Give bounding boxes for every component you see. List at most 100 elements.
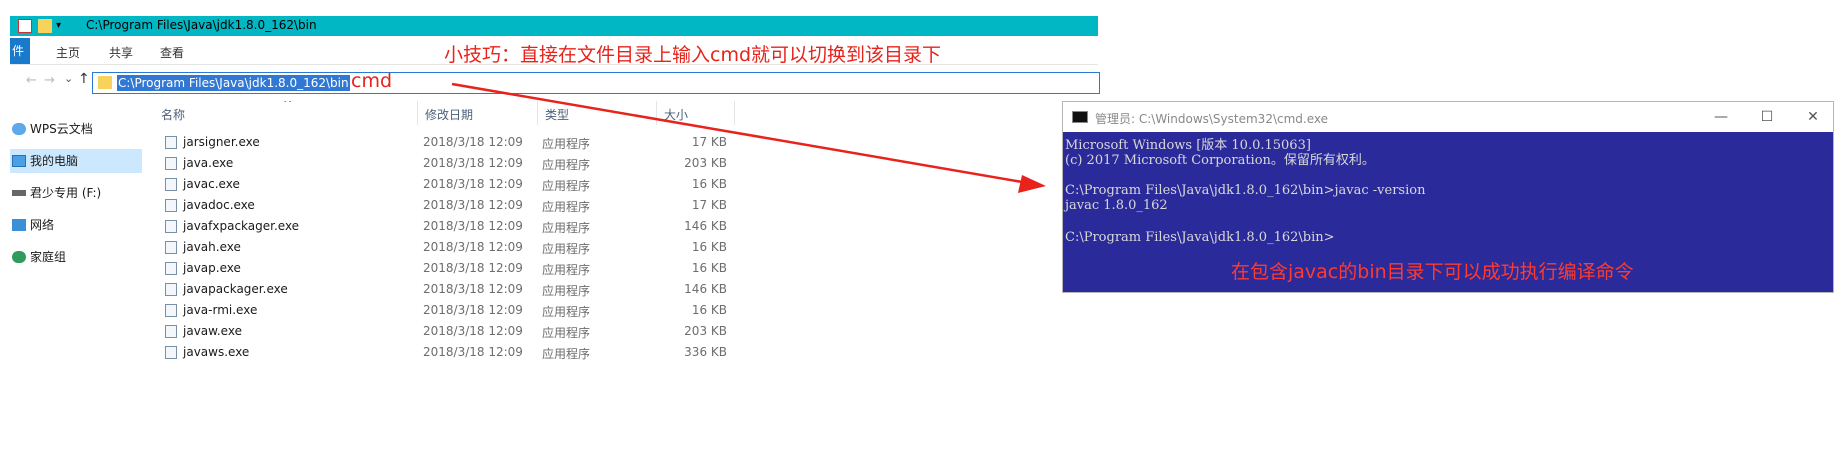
properties-icon[interactable] [18, 19, 32, 33]
address-typed-text: cmd [351, 70, 393, 92]
sidebar-item-this-pc[interactable]: 我的电脑 [10, 149, 142, 173]
minimize-button[interactable]: — [1709, 106, 1733, 128]
file-name: javafxpackager.exe [183, 219, 300, 233]
file-type: 应用程序 [542, 137, 591, 151]
file-modified-date: 2018/3/18 12:09 [423, 240, 523, 254]
tab-share[interactable]: 共享 [109, 44, 133, 61]
sidebar-item-homegroup[interactable]: 家庭组 [10, 245, 142, 269]
new-folder-icon[interactable] [38, 19, 52, 33]
file-type: 应用程序 [542, 221, 591, 235]
file-modified-date: 2018/3/18 12:09 [423, 198, 523, 212]
file-row[interactable]: javah.exe 2018/3/18 12:09 应用程序 16 KB [147, 237, 735, 258]
console-output[interactable]: Microsoft Windows [版本 10.0.15063] (c) 20… [1063, 132, 1833, 292]
file-modified-date: 2018/3/18 12:09 [423, 219, 523, 233]
file-row[interactable]: java-rmi.exe 2018/3/18 12:09 应用程序 16 KB [147, 300, 735, 321]
up-arrow-icon[interactable]: ↑ [78, 71, 90, 87]
executable-file-icon [165, 220, 177, 233]
file-type: 应用程序 [542, 200, 591, 214]
column-divider[interactable] [656, 101, 657, 125]
file-size: 17 KB [691, 135, 727, 149]
executable-file-icon [165, 304, 177, 317]
cmd-window: 管理员: C:\Windows\System32\cmd.exe — ☐ ✕ M… [1062, 101, 1834, 293]
file-row[interactable]: javaw.exe 2018/3/18 12:09 应用程序 203 KB [147, 321, 735, 342]
recent-locations-icon[interactable]: ⌄ [64, 72, 73, 85]
file-type: 应用程序 [542, 326, 591, 340]
column-header-modified[interactable]: 修改日期 [425, 106, 473, 123]
file-name: jarsigner.exe [183, 135, 260, 149]
file-name: javac.exe [183, 177, 240, 191]
executable-file-icon [165, 178, 177, 191]
file-row[interactable]: java.exe 2018/3/18 12:09 应用程序 203 KB [147, 153, 735, 174]
console-line: C:\Program Files\Java\jdk1.8.0_162\bin>j… [1065, 183, 1426, 198]
file-row[interactable]: javadoc.exe 2018/3/18 12:09 应用程序 17 KB [147, 195, 735, 216]
cmd-window-title: 管理员: C:\Windows\System32\cmd.exe [1095, 112, 1328, 126]
file-size: 203 KB [684, 156, 727, 170]
column-divider[interactable] [417, 101, 418, 125]
back-arrow-icon[interactable]: ← [26, 73, 37, 88]
cloud-icon [12, 123, 26, 135]
sidebar-item-drive-f[interactable]: 君少专用 (F:) [10, 181, 142, 205]
arrow-head [1018, 175, 1046, 193]
forward-arrow-icon[interactable]: → [44, 73, 55, 88]
file-name: javaw.exe [183, 324, 242, 338]
console-line: C:\Program Files\Java\jdk1.8.0_162\bin> [1065, 230, 1335, 245]
file-modified-date: 2018/3/18 12:09 [423, 345, 523, 359]
executable-file-icon [165, 136, 177, 149]
file-row[interactable]: javac.exe 2018/3/18 12:09 应用程序 16 KB [147, 174, 735, 195]
file-name: javadoc.exe [183, 198, 255, 212]
file-type: 应用程序 [542, 158, 591, 172]
executable-file-icon [165, 262, 177, 275]
maximize-button[interactable]: ☐ [1755, 106, 1779, 128]
file-row[interactable]: javafxpackager.exe 2018/3/18 12:09 应用程序 146… [147, 216, 735, 237]
executable-file-icon [165, 157, 177, 170]
chevron-down-icon[interactable]: ▾ [56, 19, 66, 33]
file-row[interactable]: javaws.exe 2018/3/18 12:09 应用程序 336 KB [147, 342, 735, 363]
console-icon [1072, 111, 1088, 123]
column-divider[interactable] [537, 101, 538, 125]
file-size: 203 KB [684, 324, 727, 338]
console-line: (c) 2017 Microsoft Corporation。保留所有权利。 [1065, 153, 1375, 168]
file-size: 16 KB [691, 261, 727, 275]
file-size: 16 KB [691, 177, 727, 191]
file-modified-date: 2018/3/18 12:09 [423, 261, 523, 275]
sidebar-item-network[interactable]: 网络 [10, 213, 142, 237]
drive-icon [12, 190, 26, 196]
file-row[interactable]: javapackager.exe 2018/3/18 12:09 应用程序 146 K… [147, 279, 735, 300]
column-header-size[interactable]: 大小 [664, 106, 688, 123]
console-line: javac 1.8.0_162 [1065, 198, 1168, 213]
explorer-title-bar: ▾ C:\Program Files\Java\jdk1.8.0_162\bin [10, 16, 1098, 36]
file-type: 应用程序 [542, 242, 591, 256]
file-name: java.exe [183, 156, 234, 170]
file-modified-date: 2018/3/18 12:09 [423, 135, 523, 149]
executable-file-icon [165, 325, 177, 338]
navigation-bar: ← → ⌄ ↑ C:\Program Files\Java\jdk1.8.0_1… [10, 68, 1100, 96]
file-type: 应用程序 [542, 284, 591, 298]
file-modified-date: 2018/3/18 12:09 [423, 303, 523, 317]
cmd-annotation: 在包含javac的bin目录下可以成功执行编译命令 [1231, 261, 1634, 283]
executable-file-icon [165, 283, 177, 296]
sidebar-item-wps-cloud[interactable]: WPS云文档 [10, 117, 142, 141]
column-header-type[interactable]: 类型 [545, 106, 569, 123]
address-selected-path: C:\Program Files\Java\jdk1.8.0_162\bin [117, 75, 350, 91]
tab-view[interactable]: 查看 [160, 44, 184, 61]
file-name: javaws.exe [183, 345, 250, 359]
file-row[interactable]: javap.exe 2018/3/18 12:09 应用程序 16 KB [147, 258, 735, 279]
file-size: 146 KB [684, 219, 727, 233]
executable-file-icon [165, 346, 177, 359]
executable-file-icon [165, 241, 177, 254]
cmd-title-bar[interactable]: 管理员: C:\Windows\System32\cmd.exe — ☐ ✕ [1063, 102, 1833, 132]
file-row[interactable]: jarsigner.exe 2018/3/18 12:09 应用程序 17 KB [147, 132, 735, 153]
tab-file[interactable]: 件 [10, 38, 30, 64]
file-type: 应用程序 [542, 305, 591, 319]
column-divider[interactable] [734, 101, 735, 125]
file-size: 336 KB [684, 345, 727, 359]
file-name: javapackager.exe [183, 282, 288, 296]
file-modified-date: 2018/3/18 12:09 [423, 282, 523, 296]
address-input[interactable]: C:\Program Files\Java\jdk1.8.0_162\bin c… [92, 70, 1100, 94]
column-header-name[interactable]: 名称 [161, 106, 185, 123]
tab-home[interactable]: 主页 [56, 44, 80, 61]
close-button[interactable]: ✕ [1801, 106, 1825, 128]
file-name: java-rmi.exe [183, 303, 258, 317]
file-type: 应用程序 [542, 347, 591, 361]
file-modified-date: 2018/3/18 12:09 [423, 324, 523, 338]
